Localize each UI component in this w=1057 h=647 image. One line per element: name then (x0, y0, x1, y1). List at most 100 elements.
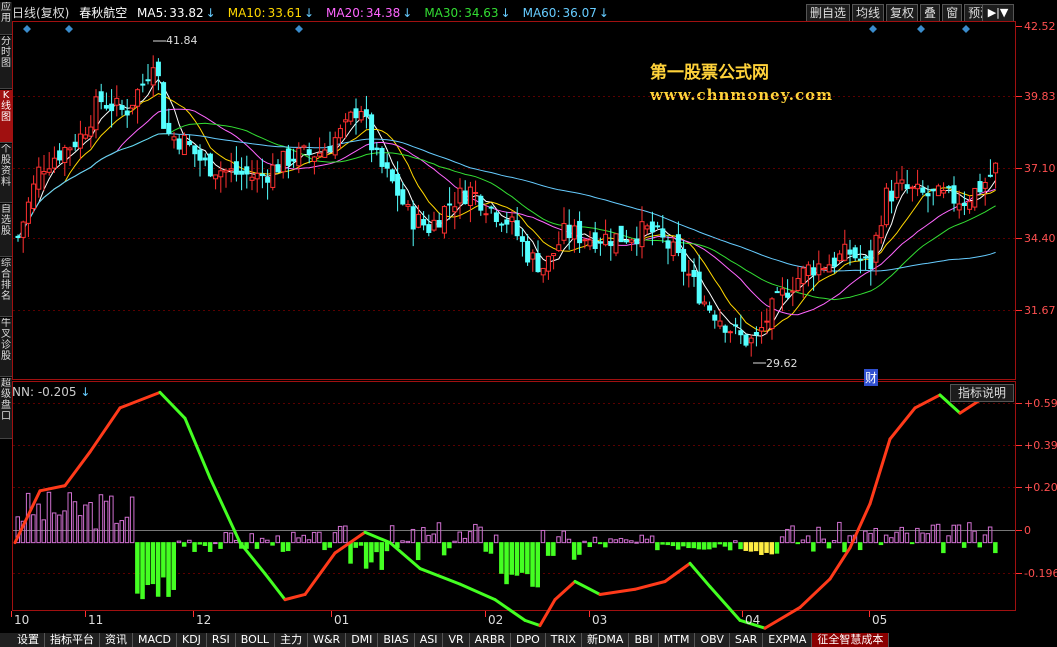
indicator-histogram-bar (551, 542, 556, 556)
bottom-tab-16[interactable]: 新DMA (581, 633, 630, 647)
indicator-histogram-bar (514, 542, 520, 576)
bottom-tab-11[interactable]: ASI (414, 633, 444, 647)
candle-body (150, 67, 156, 86)
indicator-histogram-bar (93, 528, 98, 544)
indicator-histogram-bar (436, 522, 442, 544)
bottom-tab-13[interactable]: ARBR (469, 633, 512, 647)
bottom-tab-3[interactable]: MACD (133, 633, 177, 647)
bottom-tab-21[interactable]: EXPMA (763, 633, 813, 647)
indicator-line-segment (63, 450, 92, 488)
candle-body (363, 109, 369, 117)
bottom-tab-2[interactable]: 资讯 (100, 633, 133, 647)
bottom-tab-19[interactable]: OBV (695, 633, 730, 647)
date-tick (742, 611, 743, 617)
indicator-histogram-bar (878, 542, 884, 546)
candle-body (244, 166, 250, 175)
indicator-histogram-bar (447, 542, 452, 549)
bottom-tab-5[interactable]: RSI (206, 633, 236, 647)
candle-body (395, 173, 401, 196)
bottom-tab-15[interactable]: TRIX (545, 633, 582, 647)
indicator-line-segment (868, 437, 892, 506)
kline-chart[interactable] (0, 0, 1057, 647)
bottom-tab-20[interactable]: SAR (729, 633, 764, 647)
indicator-histogram-bar (686, 542, 691, 549)
bottom-tab-12[interactable]: VR (443, 633, 470, 647)
indicator-histogram-bar (795, 542, 800, 545)
candle-body (764, 320, 770, 323)
indicator-line-segment (363, 530, 392, 545)
price-tick-label: 37.10 (1016, 162, 1056, 175)
candle-body (987, 174, 993, 177)
bottom-tab-22[interactable]: 征全智慧成本 (812, 633, 890, 647)
candle-body (62, 147, 68, 163)
candle-body (306, 149, 312, 155)
indicator-histogram-bar (223, 532, 228, 544)
bottom-tab-1[interactable]: 指标平台 (45, 633, 100, 647)
indicator-histogram-bar (124, 516, 130, 544)
candle-body (83, 134, 89, 139)
candle-body (114, 97, 120, 106)
indicator-histogram-bar (228, 532, 234, 544)
indicator-line-segment (538, 598, 557, 628)
candle-body (176, 138, 182, 150)
candle-body (103, 105, 109, 109)
indicator-histogram-bar (197, 542, 202, 545)
candle-body (681, 248, 687, 272)
indicator-histogram-bar (889, 537, 894, 544)
candle-body (431, 219, 437, 231)
indicator-value: -0.205 (37, 385, 77, 399)
indicator-explain-button[interactable]: 指标说明 (950, 384, 1014, 402)
bottom-tab-14[interactable]: DPO (511, 633, 546, 647)
candle-body (15, 235, 21, 239)
indicator-histogram-bar (51, 512, 57, 544)
bottom-tab-17[interactable]: BBI (629, 633, 659, 647)
bottom-tab-4[interactable]: KDJ (176, 633, 207, 647)
bottom-tab-9[interactable]: DMI (346, 633, 379, 647)
candle-body (639, 221, 645, 248)
indicator-histogram-bar (181, 542, 187, 547)
indicator-histogram-bar (441, 542, 447, 556)
candle-body (67, 147, 73, 151)
bottom-tab-8[interactable]: W&R (308, 633, 347, 647)
candle-body (161, 82, 167, 129)
candle-body (473, 191, 479, 194)
candle-body (41, 170, 47, 175)
candle-body (181, 134, 187, 156)
candle-body (608, 241, 614, 247)
candle-body (613, 233, 619, 254)
indicator-histogram-bar (166, 542, 171, 597)
indicator-line-segment (708, 585, 742, 622)
bottom-tab-6[interactable]: BOLL (235, 633, 276, 647)
indicator-histogram-bar (161, 542, 166, 578)
finance-marker[interactable]: 财 (864, 369, 879, 386)
bottom-tab-7[interactable]: 主力 (275, 633, 309, 647)
indicator-line-segment (553, 580, 577, 602)
candle-body (88, 126, 94, 137)
bottom-tab-10[interactable]: BIAS (378, 633, 415, 647)
candle-body (551, 253, 557, 257)
bottom-tab-18[interactable]: MTM (658, 633, 696, 647)
indicator-histogram-bar (696, 542, 702, 550)
candle-body (545, 255, 551, 272)
candle-body (743, 334, 749, 346)
date-tick-label: 10 (14, 613, 30, 627)
indicator-histogram-bar (343, 525, 348, 544)
indicator-histogram-bar (358, 542, 364, 546)
indicator-histogram-bar (545, 542, 551, 556)
indicator-header: NN: -0.205 ↓ (12, 385, 90, 399)
tabs-scroll-icon[interactable] (0, 633, 12, 647)
candle-body (135, 89, 141, 107)
candle-body (223, 169, 229, 173)
bottom-tab-0[interactable]: 设置 (12, 633, 45, 647)
indicator-histogram-bar (400, 540, 405, 544)
indicator-histogram-bar (187, 539, 192, 544)
indicator-histogram-bar (31, 514, 36, 544)
indicator-histogram-bar (46, 491, 52, 544)
indicator-histogram-bar (473, 523, 478, 544)
candle-body (509, 216, 515, 223)
indicator-histogram-bar (712, 542, 717, 548)
candle-body (618, 225, 624, 243)
candle-body (280, 150, 286, 173)
candle-body (577, 220, 583, 244)
indicator-histogram-bar (733, 540, 738, 544)
